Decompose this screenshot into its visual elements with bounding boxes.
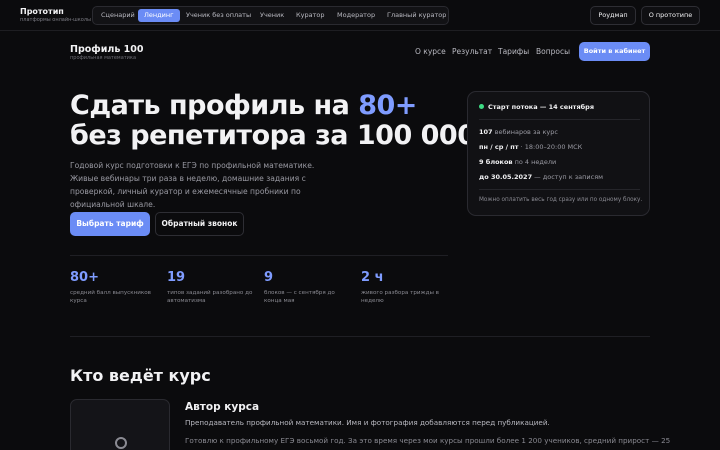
card-row-bold: пн / ср / пт [479,143,519,151]
card-head: Старт потока — 14 сентября [479,103,594,111]
card-note: Можно оплатить весь год сразу или по одн… [479,197,643,203]
prototype-topbar: Прототип платформы онлайн-школы Сценарий… [0,0,720,31]
card-row-schedule: пн / ср / пт · 18:00–20:00 МСК [479,143,582,151]
teacher-section-title: Кто ведёт курс [70,366,211,385]
stat-value: 9 [264,270,274,285]
author-title: Автор курса [185,401,260,413]
about-prototype-button[interactable]: О прототипе [641,6,700,25]
prototype-title: Прототип [20,7,64,16]
prototype-subtitle: платформы онлайн-школы [20,17,91,23]
site-link-faq[interactable]: Вопросы [536,47,570,57]
prototype-brand[interactable]: Прототип платформы онлайн-школы [20,7,91,24]
card-row-access: до 30.05.2027 — доступ к записям [479,173,603,181]
card-row-bold: 9 блоков [479,158,513,166]
card-row-text: вебинаров за курс [492,128,558,136]
card-row-text: · 18:00–20:00 МСК [518,143,583,151]
nav-item-landing[interactable]: Лендинг [138,9,180,22]
nav-item-scenario[interactable]: Сценарий [95,9,141,22]
site-logo[interactable]: Профиль 100 профильная математика [70,44,143,61]
stats-divider-top [70,255,448,256]
card-head-text: Старт потока — 14 сентября [488,103,594,111]
roadmap-button[interactable]: Роудмап [590,6,636,25]
stat-label: типов заданий разобрано до автоматизма [167,290,253,304]
hero-title-accent: 80+ [358,90,417,121]
card-row-bold: 107 [479,128,493,136]
prototype-nav: Сценарий Лендинг Ученик без оплаты Учени… [92,6,449,25]
card-divider [479,189,640,190]
nav-item-moderator[interactable]: Модератор [331,9,381,22]
stat-value: 2 ч [361,270,384,285]
choose-plan-button[interactable]: Выбрать тариф [70,212,150,236]
hero-title-line1: Сдать профиль на 80+ [70,91,417,121]
site-link-pricing[interactable]: Тарифы [498,47,529,57]
site-logo-title: Профиль 100 [70,44,144,55]
nav-item-student[interactable]: Ученик [254,9,290,22]
status-dot-icon [479,104,484,109]
stream-start-card: Старт потока — 14 сентября 107 вебинаров… [467,91,650,216]
hero-lead: Годовой курс подготовки к ЕГЭ по профиль… [70,161,315,209]
login-cabinet-button[interactable]: Войти в кабинет [579,42,650,61]
author-bio: Готовлю к профильному ЕГЭ восьмой год. З… [185,436,671,445]
card-row-webinars: 107 вебинаров за курс [479,128,558,136]
nav-item-curator[interactable]: Куратор [290,9,330,22]
site-link-result[interactable]: Результат [452,47,492,57]
card-divider [479,119,640,120]
callback-button[interactable]: Обратный звонок [155,212,244,236]
hero-title-prefix: Сдать профиль на [70,90,359,121]
author-role: Преподаватель профильной математики. Имя… [185,418,550,427]
nav-item-student-unpaid[interactable]: Ученик без оплаты [180,9,257,22]
nav-item-head-curator[interactable]: Главный куратор [381,9,452,22]
section-divider [70,336,650,337]
site-link-about[interactable]: О курсе [415,47,446,57]
card-row-text: — доступ к записям [532,173,604,181]
stat-value: 80+ [70,270,99,285]
stat-value: 19 [167,270,186,285]
card-row-blocks: 9 блоков по 4 недели [479,158,556,166]
image-placeholder-icon [115,437,127,449]
teacher-photo-placeholder [70,399,170,450]
stat-label: блоков — с сентября до конца мая [264,290,335,304]
hero-title-line2: без репетитора за 100 000 ₽ [70,120,503,151]
site-logo-subtitle: профильная математика [70,55,137,61]
card-row-text: по 4 недели [512,158,557,166]
stat-label: средний балл выпускников курса [70,290,151,304]
card-row-bold: до 30.05.2027 [479,173,533,181]
stat-label: живого разбора трижды в неделю [361,290,439,304]
